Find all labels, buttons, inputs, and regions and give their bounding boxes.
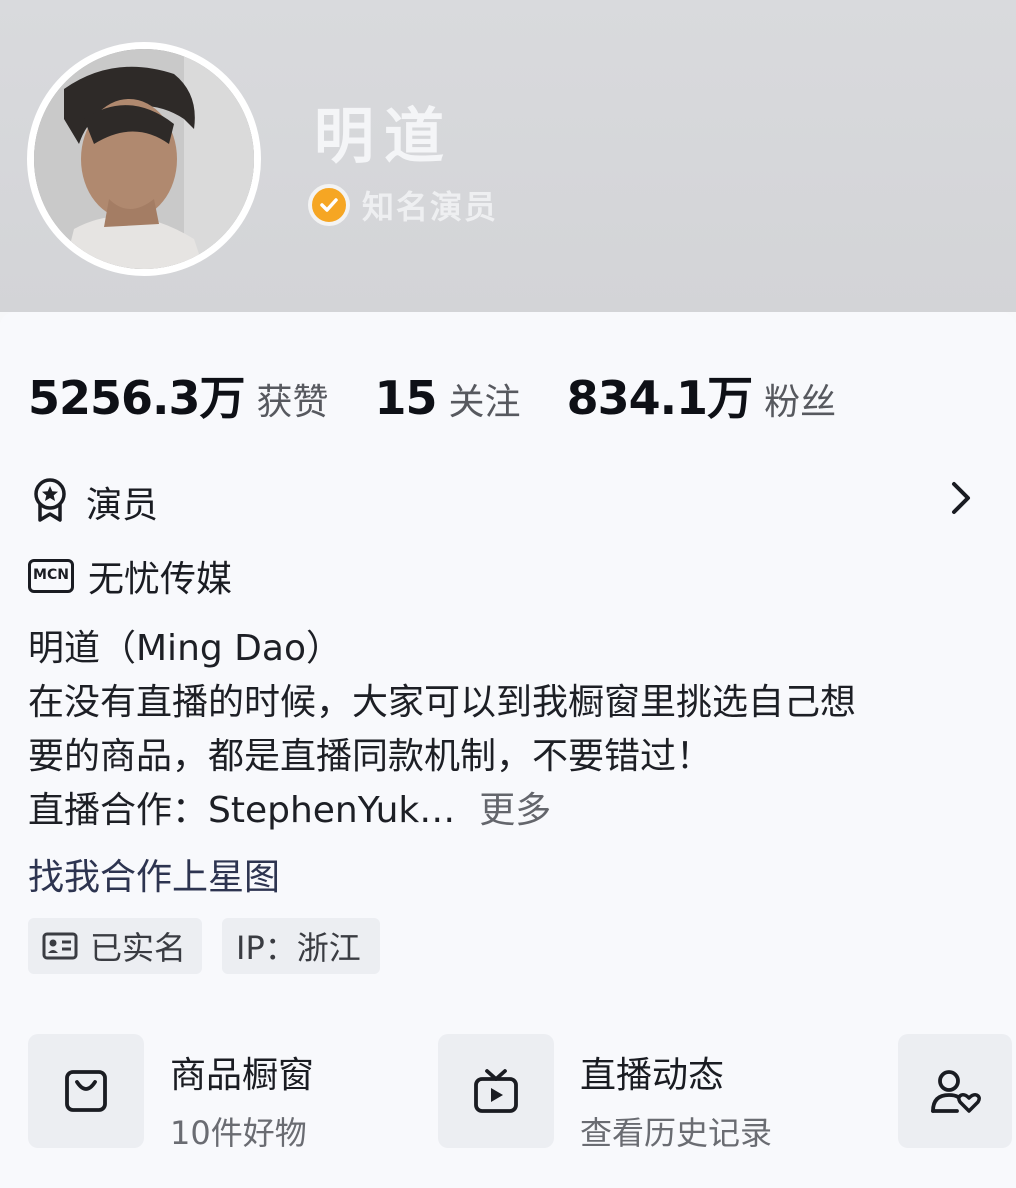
user-heart-icon — [931, 1070, 981, 1113]
realname-label: 已实名 — [90, 929, 187, 967]
bio-line: 明道（Ming Dao） — [28, 628, 342, 669]
id-card-icon — [42, 932, 78, 960]
bio-line: 在没有直播的时候，大家可以到我橱窗里挑选自己想 — [28, 682, 857, 723]
avatar[interactable] — [27, 42, 261, 276]
profile-name: 明道 — [314, 102, 454, 172]
stat-followers-value: 834.1万 — [566, 371, 754, 425]
stat-followers[interactable]: 834.1万 粉丝 — [567, 362, 837, 428]
shop-title[interactable]: 商品橱窗 — [170, 1046, 314, 1098]
shopping-bag-icon — [65, 1070, 107, 1112]
stat-following-label: 关注 — [448, 382, 521, 423]
live-title[interactable]: 直播动态 — [580, 1046, 724, 1098]
mcn-badge-text: MCN — [33, 567, 69, 583]
stat-following[interactable]: 15 关注 — [375, 371, 521, 425]
stat-following-value: 15 — [374, 371, 438, 425]
shop-subtitle: 10件好物 — [170, 1114, 307, 1152]
fans-tile[interactable] — [898, 1034, 1012, 1148]
mcn-icon: MCN — [28, 559, 74, 593]
bio-line: 直播合作：StephenYuk… 更多 — [28, 784, 998, 838]
mcn-name: 无忧传媒 — [88, 559, 233, 600]
tv-play-icon — [474, 1069, 518, 1113]
award-icon — [28, 476, 72, 528]
stat-followers-label: 粉丝 — [764, 382, 837, 423]
verify-label: 知名演员 — [362, 188, 499, 226]
more-button[interactable]: 更多 — [479, 790, 551, 831]
stat-likes-value: 5256.3万 — [28, 371, 246, 425]
stat-likes-label: 获赞 — [256, 382, 329, 423]
ip-chip: IP：浙江 — [222, 918, 380, 974]
bio-line: 要的商品，都是直播同款机制，不要错过！ — [28, 736, 713, 777]
stats-row: 5256.3万 获赞 15 关注 834.1万 粉丝 — [28, 362, 882, 428]
bio-line-text: 直播合作：StephenYuk… — [28, 790, 456, 831]
verify-badge: 知名演员 — [308, 183, 498, 227]
bio: 明道（Ming Dao） 在没有直播的时候，大家可以到我橱窗里挑选自己想 要的商… — [28, 622, 998, 838]
live-subtitle: 查看历史记录 — [580, 1114, 773, 1152]
occupation-label: 演员 — [86, 485, 159, 526]
occupation-row[interactable]: 演员 — [28, 476, 158, 528]
checkmark-icon — [308, 184, 350, 226]
ip-label: IP：浙江 — [236, 929, 361, 967]
chevron-right-icon[interactable] — [946, 478, 976, 518]
avatar-photo — [34, 49, 254, 269]
profile-header: 明道 知名演员 — [0, 0, 1016, 312]
realname-chip[interactable]: 已实名 — [28, 918, 202, 974]
stat-likes[interactable]: 5256.3万 获赞 — [28, 362, 329, 428]
mcn-row[interactable]: MCN 无忧传媒 — [28, 550, 232, 602]
star-map-link[interactable]: 找我合作上星图 — [28, 848, 280, 900]
shop-tile[interactable] — [28, 1034, 144, 1148]
live-tile[interactable] — [438, 1034, 554, 1148]
